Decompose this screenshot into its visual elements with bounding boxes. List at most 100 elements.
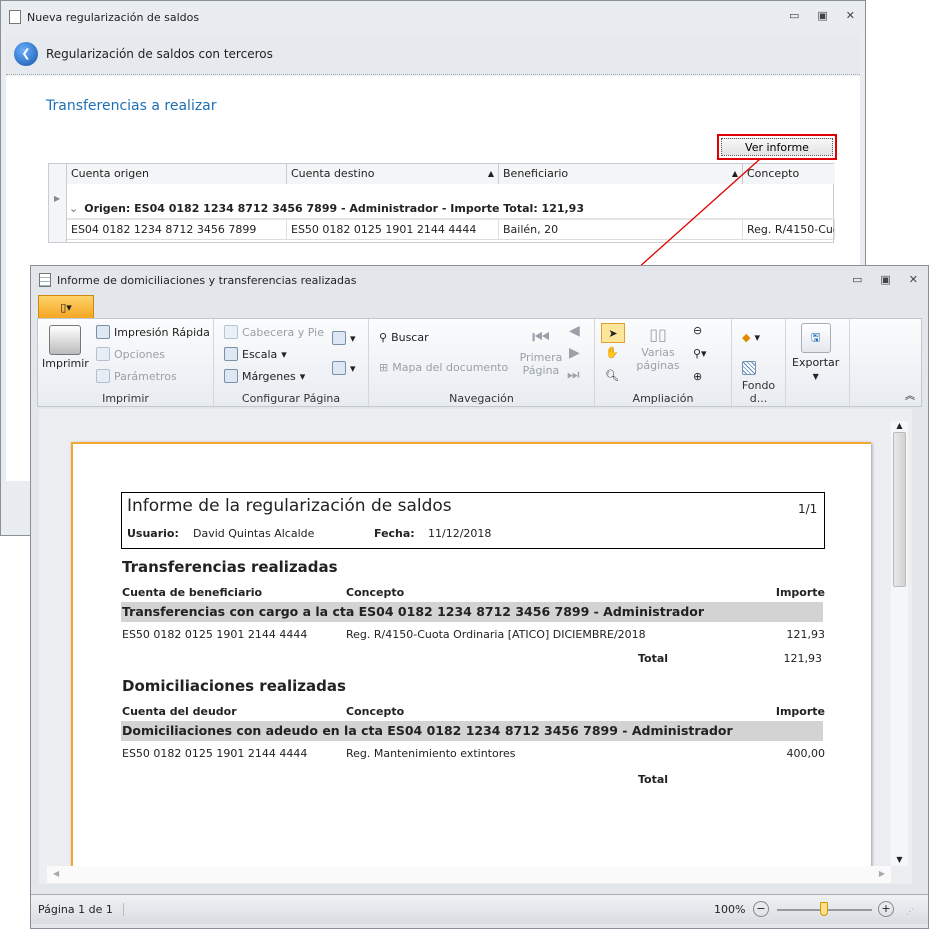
ribbon-group-fondo: ◆ ▾ Fondo d... (732, 319, 786, 408)
previous-page-button[interactable]: ◀ (569, 323, 580, 339)
escala-button[interactable]: Escala ▾ (224, 347, 287, 361)
cabecera-label: Cabecera y Pie (242, 325, 324, 339)
report-icon (39, 273, 51, 287)
col-cuenta-deudor: Cuenta del deudor (122, 705, 237, 718)
horizontal-scrollbar[interactable]: ◀ ▶ (47, 866, 891, 883)
zoom-percent: 100% (714, 903, 746, 916)
zoom-slider-thumb[interactable] (820, 902, 828, 916)
domiciliacion-concepto: Reg. Mantenimiento extintores (346, 747, 516, 760)
transferencias-title: Transferencias realizadas (122, 558, 338, 576)
options-icon (96, 347, 110, 361)
multiple-pages-icon: ▯▯ (649, 325, 667, 344)
col-importe: Importe (775, 705, 825, 718)
fecha-label: Fecha: (374, 527, 415, 540)
page-status: Página 1 de 1 (38, 903, 124, 916)
report-window: Informe de domiciliaciones y transferenc… (30, 265, 929, 929)
varias-label: Varias páginas (636, 346, 680, 372)
document-map-icon: ⊞ (379, 361, 389, 374)
exportar-button[interactable]: 🖫 Exportar ▼ (792, 323, 839, 381)
ribbon-group-configurar: Cabecera y Pie Escala ▾ Márgenes ▾ ▾ ▾ Con… (214, 319, 369, 408)
report-title: Informe de la regularización de saldos (127, 496, 452, 516)
margenes-button[interactable]: Márgenes ▾ (224, 369, 305, 383)
cabecera-pie-button[interactable]: Cabecera y Pie (224, 325, 324, 339)
opciones-button[interactable]: Opciones (96, 347, 165, 361)
report-page: Informe de la regularización de saldos 1… (71, 442, 871, 872)
usuario-value: David Quintas Alcalde (193, 527, 315, 540)
col-concepto: Concepto (346, 705, 405, 718)
exportar-label: Exportar (792, 356, 840, 369)
collapse-ribbon-icon[interactable]: ︽ (905, 387, 915, 402)
transferencias-total: 121,93 (783, 652, 823, 665)
escala-label: Escala (242, 347, 278, 361)
scroll-thumb[interactable] (893, 432, 906, 587)
page-color-button[interactable]: ◆ ▾ (742, 331, 760, 344)
transferencias-total-label: Total (638, 652, 669, 665)
report-window-title: Informe de domiciliaciones y transferenc… (57, 273, 357, 287)
margenes-label: Márgenes (242, 369, 296, 383)
zoom-slider[interactable] (777, 902, 872, 916)
usuario-label: Usuario: (127, 527, 179, 540)
transferencia-cuenta: ES50 0182 0125 1901 2144 4444 (122, 628, 308, 641)
dropdown-icon: ▾ (281, 347, 287, 361)
watermark-button[interactable] (742, 361, 756, 375)
group-label: Ampliación (632, 392, 694, 405)
export-icon: 🖫 (800, 323, 831, 353)
application-menu-button[interactable]: ▯▾ (38, 295, 94, 318)
last-page-button[interactable]: ⏭ (567, 367, 580, 383)
domiciliaciones-group: Domiciliaciones con adeudo en la cta ES0… (122, 723, 733, 738)
zoom-out-status-button[interactable]: − (753, 901, 769, 917)
scale-icon (224, 347, 238, 361)
pointer-tool-button[interactable]: ➤ (601, 323, 625, 343)
group-label: Configurar Página (241, 392, 341, 405)
next-page-button[interactable]: ▶ (569, 345, 580, 361)
page-size-icon (332, 361, 346, 375)
ribbon-group-ampliacion: ➤ ✋ 🔍︎ ▯▯ Varias páginas ⊖ ⚲▾ ⊕ Ampliació… (595, 319, 732, 408)
fecha-value: 11/12/2018 (428, 527, 492, 540)
zoom-dropdown-button[interactable]: ⚲▾ (693, 347, 707, 360)
col-importe: Importe (775, 586, 825, 599)
margins-icon (224, 369, 238, 383)
buscar-button[interactable]: ⚲ Buscar (379, 331, 429, 344)
orientation-button[interactable]: ▾ (332, 331, 356, 345)
orientation-icon (332, 331, 346, 345)
vertical-scrollbar[interactable]: ▲ ▼ (891, 421, 908, 866)
ribbon-group-navegacion: ⚲ Buscar ⊞ Mapa del documento ⏮ Primera Pág… (369, 319, 595, 408)
first-page-icon: ⏮ (532, 325, 550, 349)
parametros-label: Parámetros (114, 369, 177, 383)
quick-print-icon (96, 325, 110, 339)
imprimir-label: Imprimir (42, 357, 89, 370)
primera-pagina-button[interactable]: ⏮ Primera Página (519, 325, 563, 377)
paint-bucket-icon: ◆ (742, 331, 751, 344)
mapa-label: Mapa del documento (392, 361, 509, 374)
minimize-button[interactable]: ▭ (852, 273, 862, 286)
zoom-in-status-button[interactable]: + (878, 901, 894, 917)
transferencia-importe: 121,93 (786, 628, 826, 641)
domiciliacion-importe: 400,00 (786, 747, 826, 760)
group-label: Fondo d... (741, 379, 776, 405)
buscar-label: Buscar (391, 331, 429, 344)
domiciliaciones-total-label: Total (638, 773, 669, 786)
resize-grip-icon[interactable]: ⋰ (906, 907, 914, 916)
imprimir-button[interactable]: Imprimir (42, 325, 89, 370)
page-size-button[interactable]: ▾ (332, 361, 356, 375)
parametros-button[interactable]: Parámetros (96, 369, 177, 383)
mapa-documento-button[interactable]: ⊞ Mapa del documento (379, 361, 508, 374)
varias-paginas-button[interactable]: ▯▯ Varias páginas (635, 325, 681, 372)
dropdown-icon: ▾ (299, 369, 306, 383)
zoom-in-button[interactable]: ⊕ (693, 370, 702, 383)
col-cuenta-beneficiario: Cuenta de beneficiario (122, 586, 263, 599)
printer-icon (49, 325, 82, 355)
close-button[interactable]: ✕ (909, 273, 918, 286)
transferencia-concepto: Reg. R/4150-Cuota Ordinaria [ATICO] DICI… (346, 628, 646, 641)
zoom-tool-button[interactable]: 🔍︎ (605, 369, 619, 382)
ribbon: Imprimir Impresión Rápida Opciones Parám… (37, 318, 922, 408)
maximize-button[interactable]: ▣ (880, 273, 890, 286)
ribbon-group-imprimir: Imprimir Impresión Rápida Opciones Parám… (38, 319, 214, 408)
domiciliacion-cuenta: ES50 0182 0125 1901 2144 4444 (122, 747, 308, 760)
hand-tool-button[interactable]: ✋ (605, 346, 619, 359)
report-page-number: 1/1 (798, 502, 818, 516)
impresion-rapida-button[interactable]: Impresión Rápida (96, 325, 210, 339)
preview-area: Informe de la regularización de saldos 1… (39, 409, 912, 884)
zoom-out-button[interactable]: ⊖ (693, 324, 702, 337)
primera-label: Primera Página (519, 351, 563, 377)
